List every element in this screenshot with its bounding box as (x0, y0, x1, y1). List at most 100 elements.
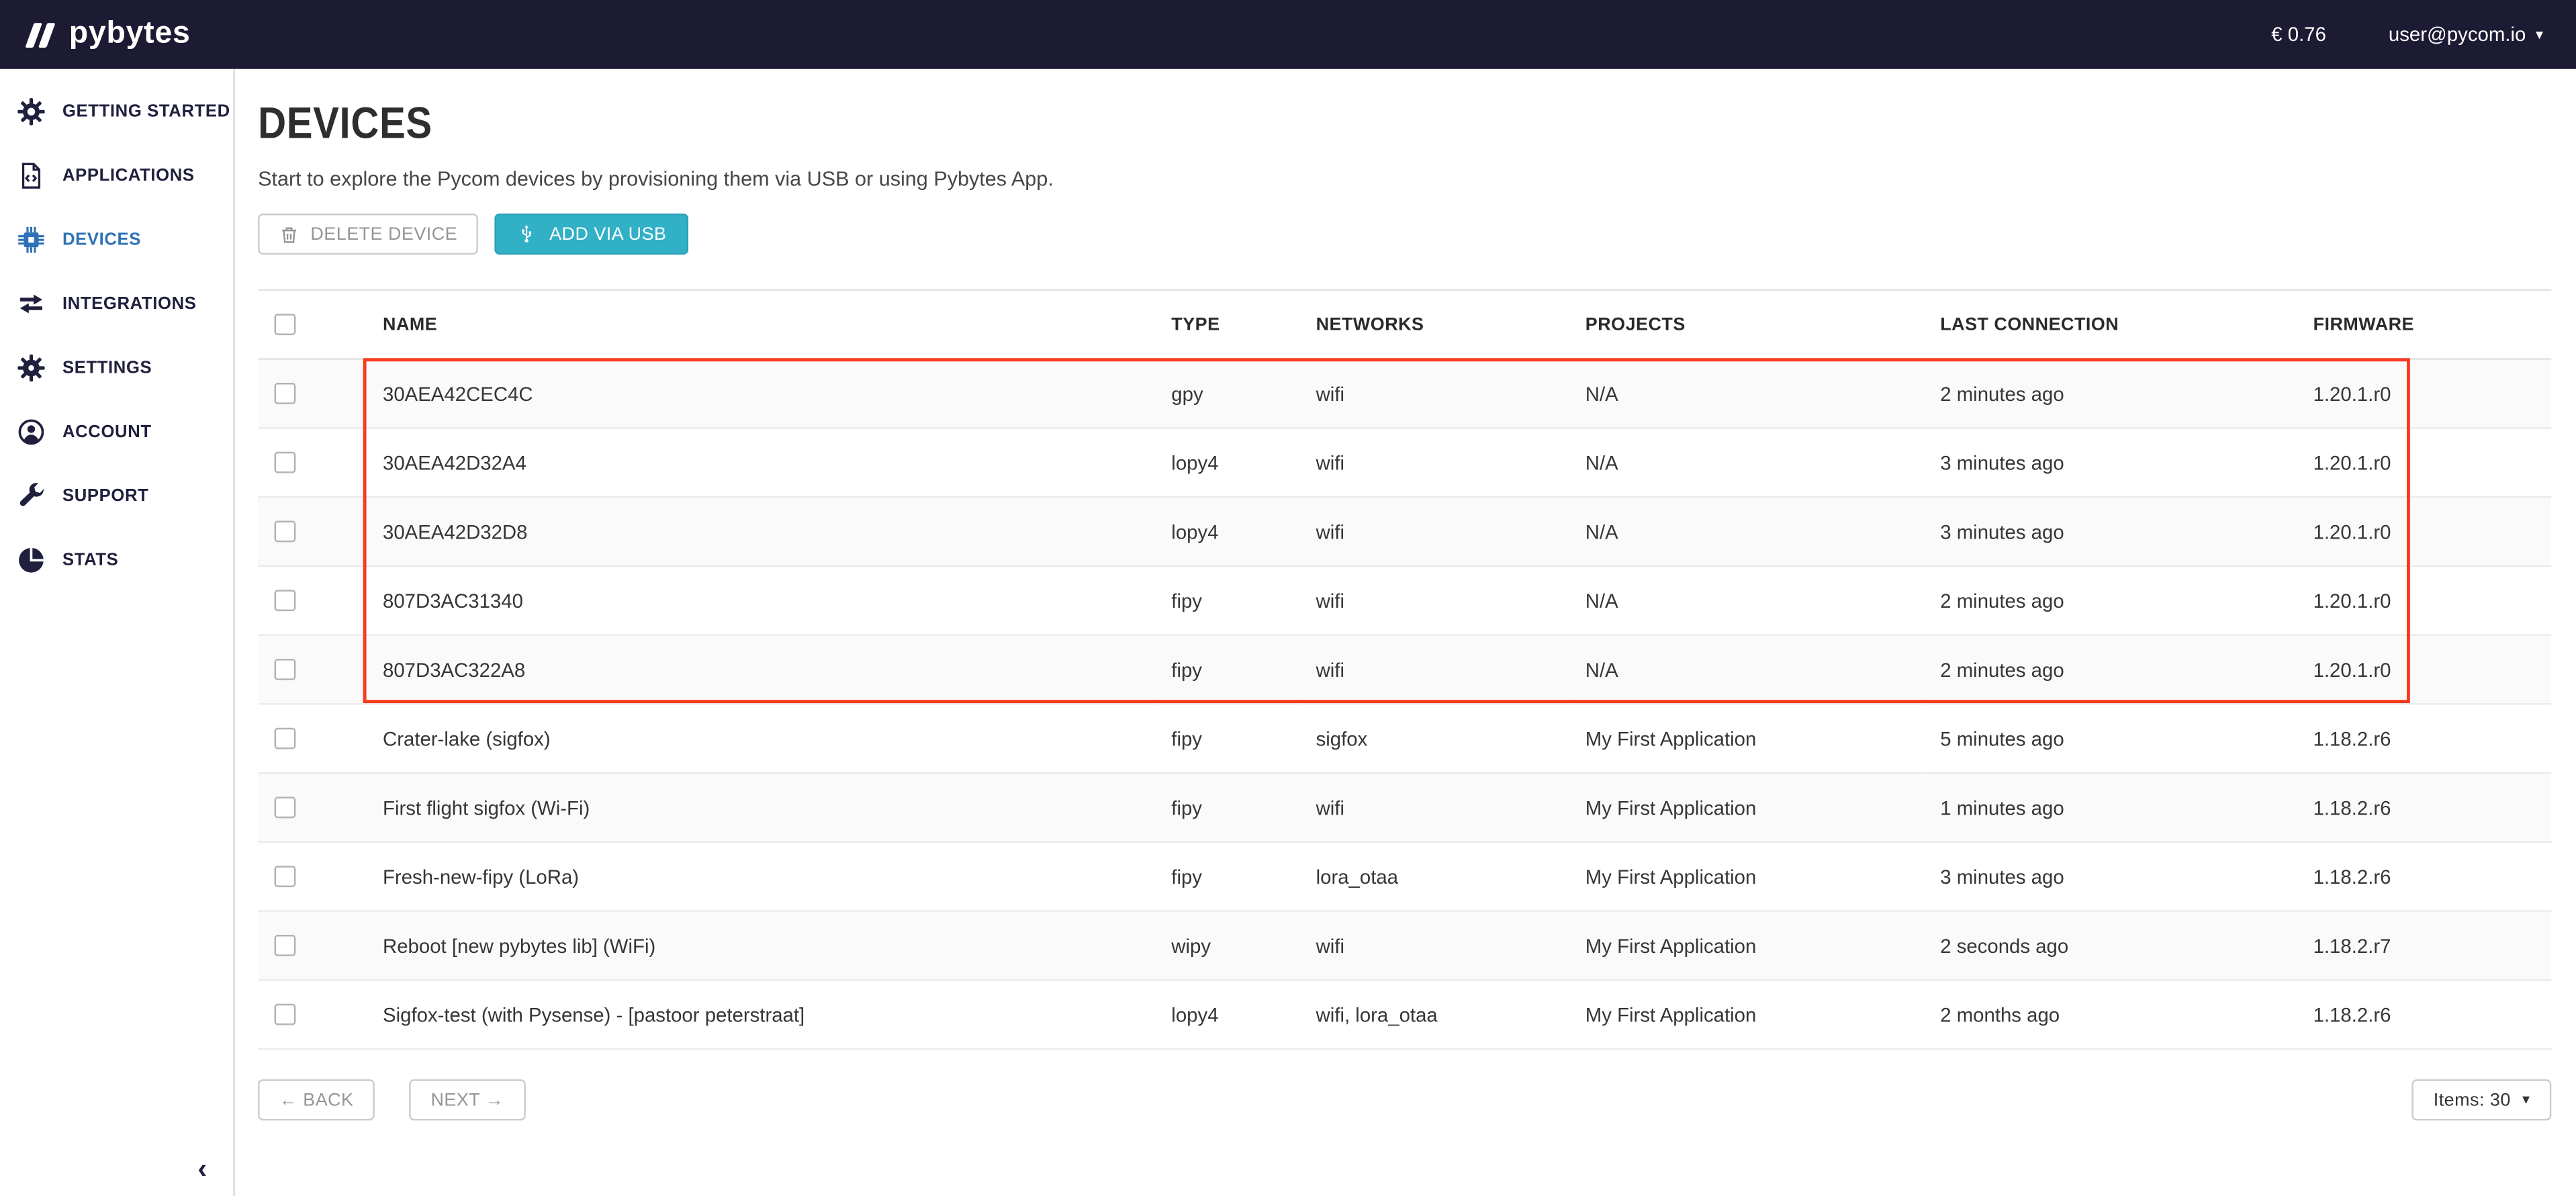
table-row[interactable]: Reboot [new pybytes lib] (WiFi) wipy wif… (258, 911, 2551, 980)
items-per-page-label: Items: 30 (2434, 1090, 2511, 1109)
settings-gear-icon (16, 353, 46, 382)
table-row[interactable]: 807D3AC31340 fipy wifi N/A 2 minutes ago… (258, 566, 2551, 635)
sidebar-item-getting-started[interactable]: GETTING STARTED (0, 79, 233, 142)
add-via-usb-button[interactable]: ADD VIA USB (495, 214, 688, 255)
device-type: gpy (1155, 359, 1299, 428)
col-header-name[interactable]: NAME (367, 290, 1155, 359)
row-checkbox[interactable] (275, 866, 296, 887)
col-header-last-connection[interactable]: LAST CONNECTION (1924, 290, 2297, 359)
device-last-connection: 2 months ago (1924, 980, 2297, 1049)
wrench-icon (16, 481, 46, 510)
device-networks: wifi (1299, 359, 1569, 428)
device-name[interactable]: Crater-lake (sigfox) (367, 704, 1155, 773)
sidebar-item-label: APPLICATIONS (62, 165, 195, 185)
user-email: user@pycom.io (2389, 23, 2526, 46)
account-balance[interactable]: € 0.76 (2271, 23, 2326, 46)
sidebar-item-account[interactable]: ACCOUNT (0, 399, 233, 463)
sidebar: GETTING STARTED APPLICATIONS DEVICES INTEGR… (0, 69, 235, 1196)
table-row[interactable]: 30AEA42D32A4 lopy4 wifi N/A 3 minutes ag… (258, 428, 2551, 497)
device-name[interactable]: 30AEA42CEC4C (367, 359, 1155, 428)
row-checkbox[interactable] (275, 935, 296, 956)
device-last-connection: 5 minutes ago (1924, 704, 2297, 773)
pycom-logo-icon (30, 22, 54, 47)
table-header-row: NAME TYPE NETWORKS PROJECTS LAST CONNECT… (258, 290, 2551, 359)
row-checkbox[interactable] (275, 452, 296, 473)
device-firmware: 1.18.2.r6 (2297, 704, 2551, 773)
device-name[interactable]: 30AEA42D32A4 (367, 428, 1155, 497)
main-content: DEVICES Start to explore the Pycom devic… (236, 69, 2576, 1196)
device-type: fipy (1155, 704, 1299, 773)
trash-icon (279, 224, 299, 244)
device-name[interactable]: 30AEA42D32D8 (367, 497, 1155, 566)
next-button[interactable]: NEXT → (410, 1079, 525, 1120)
device-type: fipy (1155, 842, 1299, 911)
device-projects: My First Application (1569, 704, 1923, 773)
sidebar-item-devices[interactable]: DEVICES (0, 207, 233, 271)
row-checkbox[interactable] (275, 521, 296, 543)
row-checkbox[interactable] (275, 659, 296, 680)
col-header-projects[interactable]: PROJECTS (1569, 290, 1923, 359)
table-row[interactable]: Sigfox-test (with Pysense) - [pastoor pe… (258, 980, 2551, 1049)
sidebar-item-applications[interactable]: APPLICATIONS (0, 143, 233, 207)
device-name[interactable]: 807D3AC31340 (367, 566, 1155, 635)
sidebar-item-integrations[interactable]: INTEGRATIONS (0, 271, 233, 335)
col-header-firmware[interactable]: FIRMWARE (2297, 290, 2551, 359)
add-via-usb-label: ADD VIA USB (549, 224, 666, 244)
transfer-arrows-icon (16, 288, 46, 318)
row-checkbox[interactable] (275, 1004, 296, 1025)
topbar: pybytes € 0.76 user@pycom.io ▾ (0, 0, 2576, 69)
table-row[interactable]: First flight sigfox (Wi-Fi) fipy wifi My… (258, 773, 2551, 842)
device-projects: My First Application (1569, 773, 1923, 842)
row-checkbox[interactable] (275, 797, 296, 819)
device-name[interactable]: First flight sigfox (Wi-Fi) (367, 773, 1155, 842)
page-subtitle: Start to explore the Pycom devices by pr… (258, 168, 2551, 191)
user-menu[interactable]: user@pycom.io ▾ (2389, 23, 2543, 46)
table-row[interactable]: Fresh-new-fipy (LoRa) fipy lora_otaa My … (258, 842, 2551, 911)
devices-table: NAME TYPE NETWORKS PROJECTS LAST CONNECT… (258, 289, 2551, 1050)
device-last-connection: 3 minutes ago (1924, 497, 2297, 566)
col-header-networks[interactable]: NETWORKS (1299, 290, 1569, 359)
sidebar-nav: GETTING STARTED APPLICATIONS DEVICES INTEGR… (0, 79, 233, 591)
pybytes-app: pybytes € 0.76 user@pycom.io ▾ GETTING S… (0, 0, 2576, 1196)
sidebar-item-settings[interactable]: SETTINGS (0, 335, 233, 399)
device-name[interactable]: Reboot [new pybytes lib] (WiFi) (367, 911, 1155, 980)
row-checkbox[interactable] (275, 383, 296, 404)
table-row[interactable]: 30AEA42D32D8 lopy4 wifi N/A 3 minutes ag… (258, 497, 2551, 566)
delete-device-button[interactable]: DELETE DEVICE (258, 214, 479, 255)
pie-chart-icon (16, 545, 46, 574)
device-type: fipy (1155, 635, 1299, 704)
back-button[interactable]: ← BACK (258, 1079, 375, 1120)
sidebar-collapse-button[interactable]: ‹ (197, 1153, 207, 1186)
row-checkbox[interactable] (275, 590, 296, 611)
user-circle-icon (16, 416, 46, 446)
table-row[interactable]: 30AEA42CEC4C gpy wifi N/A 2 minutes ago … (258, 359, 2551, 428)
device-type: fipy (1155, 566, 1299, 635)
device-firmware: 1.18.2.r7 (2297, 911, 2551, 980)
device-projects: My First Application (1569, 911, 1923, 980)
table-row[interactable]: Crater-lake (sigfox) fipy sigfox My Firs… (258, 704, 2551, 773)
row-checkbox[interactable] (275, 728, 296, 749)
brand[interactable]: pybytes (30, 16, 191, 52)
device-type: lopy4 (1155, 497, 1299, 566)
device-networks: sigfox (1299, 704, 1569, 773)
device-networks: lora_otaa (1299, 842, 1569, 911)
toolbar: DELETE DEVICE ADD VIA USB (258, 214, 2551, 255)
items-per-page-select[interactable]: Items: 30 ▾ (2412, 1079, 2551, 1120)
device-projects: N/A (1569, 635, 1923, 704)
device-name[interactable]: Sigfox-test (with Pysense) - [pastoor pe… (367, 980, 1155, 1049)
device-type: wipy (1155, 911, 1299, 980)
device-name[interactable]: 807D3AC322A8 (367, 635, 1155, 704)
sidebar-item-label: STATS (62, 549, 118, 569)
device-firmware: 1.18.2.r6 (2297, 842, 2551, 911)
device-name[interactable]: Fresh-new-fipy (LoRa) (367, 842, 1155, 911)
sidebar-item-label: INTEGRATIONS (62, 293, 197, 313)
usb-icon (516, 224, 538, 245)
table-row[interactable]: 807D3AC322A8 fipy wifi N/A 2 minutes ago… (258, 635, 2551, 704)
sidebar-item-support[interactable]: SUPPORT (0, 463, 233, 527)
select-all-checkbox[interactable] (275, 314, 296, 335)
col-header-type[interactable]: TYPE (1155, 290, 1299, 359)
sidebar-item-stats[interactable]: STATS (0, 527, 233, 591)
sidebar-item-label: DEVICES (62, 229, 141, 248)
device-firmware: 1.18.2.r6 (2297, 980, 2551, 1049)
device-networks: wifi (1299, 773, 1569, 842)
